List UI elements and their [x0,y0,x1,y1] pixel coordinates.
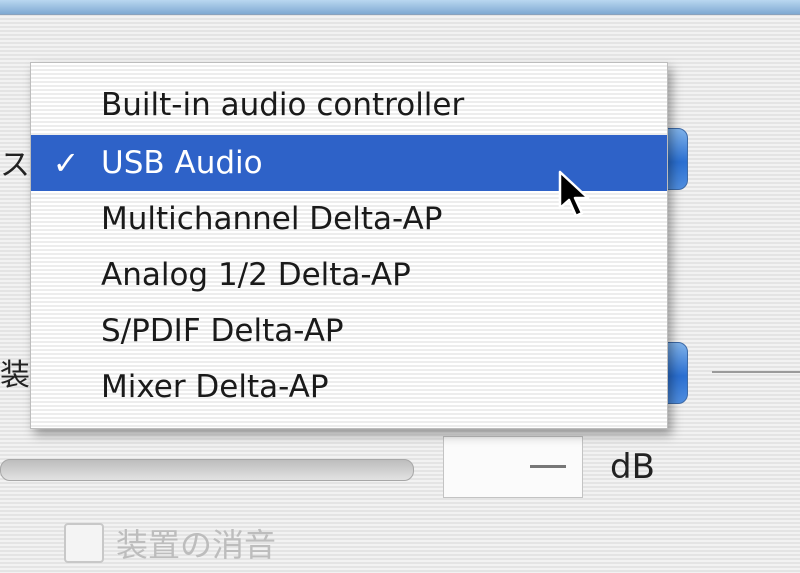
mute-device-checkbox[interactable] [64,523,104,563]
window-titlebar [0,0,800,15]
output-label-fragment: ス [0,148,30,183]
volume-slider[interactable] [0,459,414,481]
mute-device-label: 装置の消音 [116,526,277,564]
menu-item-label: S/PDIF Delta-AP [101,313,344,349]
arrow-cursor-icon [558,170,590,218]
checkmark-icon: ✓ [52,144,80,182]
menu-item-label: USB Audio [101,145,263,181]
menu-item-label: Analog 1/2 Delta-AP [101,257,411,293]
device-label-fragment: 装 [0,358,30,393]
menu-item-analog-delta-ap[interactable]: Analog 1/2 Delta-AP [31,247,667,303]
menu-item-label: Built-in audio controller [101,87,465,123]
menu-item-label: Mixer Delta-AP [101,369,329,405]
audio-device-menu: Built-in audio controller ✓ USB Audio Mu… [30,62,668,429]
menu-item-mixer-delta-ap[interactable]: Mixer Delta-AP [31,359,667,415]
menu-item-built-in-audio[interactable]: Built-in audio controller [31,77,667,133]
mute-device-row[interactable]: 装置の消音 [64,520,276,566]
db-unit-label: dB [610,447,655,487]
menu-item-label: Multichannel Delta-AP [101,201,443,237]
db-value [530,465,566,468]
menu-item-spdif-delta-ap[interactable]: S/PDIF Delta-AP [31,303,667,359]
divider-line [712,371,800,373]
